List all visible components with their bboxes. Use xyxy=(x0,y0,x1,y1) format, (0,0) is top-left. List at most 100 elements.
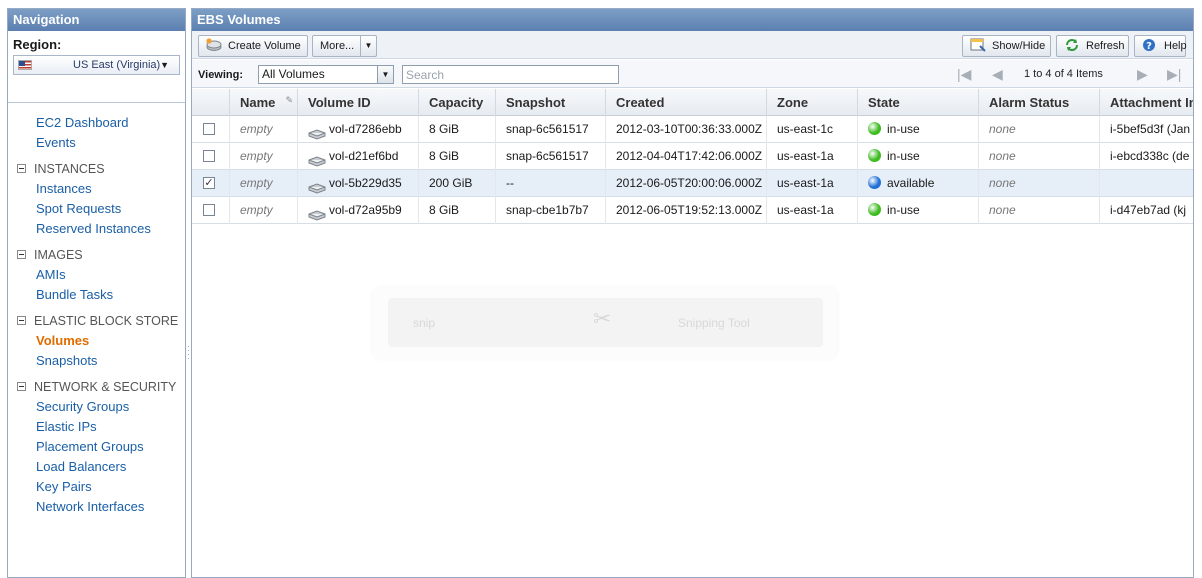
show-hide-button[interactable]: Show/Hide xyxy=(962,35,1051,57)
last-page-icon[interactable]: ▶| xyxy=(1167,65,1181,84)
table-row[interactable]: empty vol-d7286ebb 8 GiB snap-6c561517 2012-… xyxy=(192,116,1193,143)
cell-alarm-status-text: none xyxy=(989,203,1016,217)
cell-name: empty xyxy=(229,116,297,143)
chevron-down-icon[interactable]: ▼ xyxy=(360,36,376,56)
collapse-icon[interactable] xyxy=(17,164,26,174)
region-select[interactable]: US East (Virginia) ▼ xyxy=(13,55,180,75)
column-header-attachment[interactable]: Attachment In xyxy=(1099,89,1193,116)
nav-section-network-security[interactable]: NETWORK & SECURITY xyxy=(8,377,185,397)
panel-splitter-handle[interactable]: · · · · xyxy=(187,343,190,363)
nav-section-title: INSTANCES xyxy=(34,162,105,176)
refresh-button[interactable]: Refresh xyxy=(1056,35,1129,57)
column-header-capacity[interactable]: Capacity xyxy=(418,89,495,116)
nav-item-load-balancers[interactable]: Load Balancers xyxy=(8,457,185,477)
column-header-volume-id[interactable]: Volume ID xyxy=(297,89,418,116)
row-checkbox[interactable]: ✓ xyxy=(203,177,215,189)
nav-item-key-pairs[interactable]: Key Pairs xyxy=(8,477,185,497)
cell-name-text: empty xyxy=(240,122,273,136)
region-label: Region: xyxy=(13,37,62,52)
nav-item-ec2-dashboard[interactable]: EC2 Dashboard xyxy=(8,113,185,133)
nav-item-spot-requests[interactable]: Spot Requests xyxy=(8,199,185,219)
nav-section-elastic-block-store[interactable]: ELASTIC BLOCK STORE xyxy=(8,311,185,331)
chevron-down-icon[interactable]: ▼ xyxy=(377,66,393,83)
nav-item-reserved-instances[interactable]: Reserved Instances xyxy=(8,219,185,239)
navigation-title: Navigation xyxy=(8,9,185,31)
column-header-state[interactable]: State xyxy=(857,89,978,116)
nav-item-network-interfaces[interactable]: Network Interfaces xyxy=(8,497,185,517)
first-page-icon[interactable]: |◀ xyxy=(957,65,971,84)
cell-snapshot-text: snap-6c561517 xyxy=(506,122,589,136)
status-dot-icon xyxy=(868,176,881,190)
nav-item-elastic-ips[interactable]: Elastic IPs xyxy=(8,417,185,437)
row-checkbox[interactable] xyxy=(203,150,215,162)
nav-item-amis[interactable]: AMIs xyxy=(8,265,185,285)
nav-section-title: ELASTIC BLOCK STORE xyxy=(34,314,179,328)
scissors-icon: ✂ xyxy=(593,306,612,331)
nav-item-instances[interactable]: Instances xyxy=(8,179,185,199)
nav-item-security-groups[interactable]: Security Groups xyxy=(8,397,185,417)
row-checkbox[interactable] xyxy=(203,204,215,216)
table-body: empty vol-d7286ebb 8 GiB snap-6c561517 2012-… xyxy=(192,116,1193,224)
collapse-icon[interactable] xyxy=(17,250,26,260)
collapse-icon[interactable] xyxy=(17,316,26,326)
cell-created: 2012-03-10T00:36:33.000Z xyxy=(605,116,766,143)
cell-volume-id: vol-d7286ebb xyxy=(297,116,418,143)
cell-state: in-use xyxy=(857,197,978,224)
more-button[interactable]: More... ▼ xyxy=(312,35,377,57)
edit-tag-icon[interactable]: ✎ xyxy=(285,89,293,114)
cell-attachment: i-d47eb7ad (kj xyxy=(1099,197,1193,224)
cell-capacity-text: 200 GiB xyxy=(429,176,473,190)
cell-volume-id: vol-d72a95b9 xyxy=(297,197,418,224)
cell-alarm-status-text: none xyxy=(989,149,1016,163)
cell-zone-text: us-east-1a xyxy=(777,176,834,190)
cell-snapshot-text: snap-cbe1b7b7 xyxy=(506,203,589,217)
column-header-snapshot[interactable]: Snapshot xyxy=(495,89,605,116)
create-volume-button[interactable]: Create Volume xyxy=(198,35,308,57)
pager-text: 1 to 4 of 4 Items xyxy=(1024,68,1103,80)
snipping-tool-overlay: snip ✂ Snipping Tool xyxy=(373,288,837,358)
table-row[interactable]: empty vol-d72a95b9 8 GiB snap-cbe1b7b7 2012-… xyxy=(192,197,1193,224)
cell-state-text: in-use xyxy=(887,149,920,163)
nav-section-images[interactable]: IMAGES xyxy=(8,245,185,265)
cell-name-text: empty xyxy=(240,149,273,163)
cell-zone: us-east-1c xyxy=(766,116,857,143)
cell-state: in-use xyxy=(857,143,978,170)
cell-zone-text: us-east-1a xyxy=(777,149,834,163)
nav-item-bundle-tasks[interactable]: Bundle Tasks xyxy=(8,285,185,305)
filter-bar: Viewing: All Volumes ▼ |◀ ◀ 1 to 4 of 4 … xyxy=(192,60,1193,88)
select-all-column[interactable] xyxy=(192,89,229,116)
column-header-name[interactable]: Name ✎ xyxy=(229,89,297,116)
cell-volume-id: vol-d21ef6bd xyxy=(297,143,418,170)
cell-snapshot: -- xyxy=(495,170,605,197)
viewing-select[interactable]: All Volumes ▼ xyxy=(258,65,394,84)
chevron-down-icon: ▼ xyxy=(160,60,169,70)
cell-capacity-text: 8 GiB xyxy=(429,122,460,136)
table-header: Name ✎ Volume ID Capacity Snapshot Create… xyxy=(192,89,1193,116)
nav-item-events[interactable]: Events xyxy=(8,133,185,153)
nav-section-instances[interactable]: INSTANCES xyxy=(8,159,185,179)
collapse-icon[interactable] xyxy=(17,382,26,392)
status-dot-icon xyxy=(868,203,881,217)
column-header-created[interactable]: Created xyxy=(605,89,766,116)
create-volume-icon xyxy=(206,38,222,52)
nav-item-snapshots[interactable]: Snapshots xyxy=(8,351,185,371)
cell-attachment-text: i-ebcd338c (de xyxy=(1110,149,1190,163)
table-row[interactable]: empty vol-d21ef6bd 8 GiB snap-6c561517 2012-… xyxy=(192,143,1193,170)
cell-attachment-text: i-5bef5d3f (Jan xyxy=(1110,122,1191,136)
table-row[interactable]: ✓ empty vol-5b229d35 200 GiB -- 2012-06-05T20… xyxy=(192,170,1193,197)
volume-icon xyxy=(308,150,326,167)
create-volume-label: Create Volume xyxy=(228,40,301,52)
cell-created: 2012-04-04T17:42:06.000Z xyxy=(605,143,766,170)
panel-title: EBS Volumes xyxy=(192,9,1193,31)
nav-item-volumes[interactable]: Volumes xyxy=(8,331,185,351)
previous-page-icon[interactable]: ◀ xyxy=(992,65,1003,84)
status-dot-icon xyxy=(868,149,881,163)
help-icon: ? xyxy=(1142,38,1158,52)
search-input[interactable] xyxy=(402,65,619,84)
help-button[interactable]: ? Help xyxy=(1134,35,1187,57)
row-checkbox[interactable] xyxy=(203,123,215,135)
next-page-icon[interactable]: ▶ xyxy=(1137,65,1148,84)
column-header-alarm-status[interactable]: Alarm Status xyxy=(978,89,1099,116)
column-header-zone[interactable]: Zone xyxy=(766,89,857,116)
nav-item-placement-groups[interactable]: Placement Groups xyxy=(8,437,185,457)
